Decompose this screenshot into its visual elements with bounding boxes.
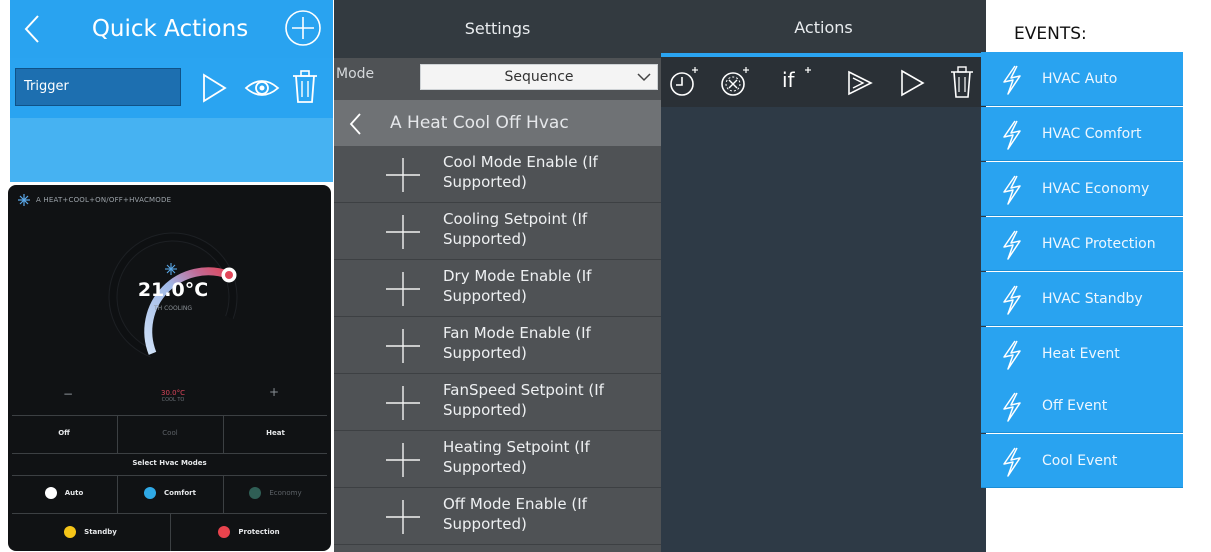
add-icon[interactable] <box>283 8 323 48</box>
settings-item[interactable]: Fan Mode Enable (If Supported) <box>334 317 661 374</box>
add-icon[interactable] <box>386 500 420 534</box>
lightning-icon <box>1001 175 1023 205</box>
event-item[interactable]: HVAC Protection <box>981 217 1183 271</box>
standby-dot <box>64 526 77 538</box>
select-hvac-modes-label: Select Hvac Modes <box>132 459 207 467</box>
actions-toolbar <box>661 57 986 107</box>
thermostat-card: A HEAT+COOL+ON/OFF+HVACMODE 21.0°C TH CO… <box>8 185 331 551</box>
add-icon[interactable] <box>386 443 420 477</box>
add-icon[interactable] <box>386 272 420 306</box>
back-icon[interactable] <box>20 10 46 48</box>
settings-item-label: Dry Mode Enable (If Supported) <box>443 267 592 305</box>
settings-item-label: Off Mode Enable (If Supported) <box>443 495 587 533</box>
preset-standby-button[interactable]: Standby <box>12 526 169 538</box>
events-title: EVENTS: <box>1014 24 1087 44</box>
decrease-button[interactable]: − <box>58 387 78 401</box>
mode-select[interactable]: Sequence <box>420 64 658 90</box>
lightning-icon <box>1001 120 1023 150</box>
event-item[interactable]: Heat Event <box>981 327 1183 381</box>
settings-item[interactable]: Heating Setpoint (If Supported) <box>334 431 661 488</box>
settings-item[interactable]: Cool Mode Enable (If Supported) <box>334 146 661 203</box>
event-item[interactable]: HVAC Standby <box>981 272 1183 326</box>
play-icon[interactable] <box>896 64 928 100</box>
event-item[interactable]: Off Event <box>981 379 1183 433</box>
comfort-dot <box>144 487 157 499</box>
event-item[interactable]: Cool Event <box>981 434 1183 488</box>
settings-item[interactable]: Dry Mode Enable (If Supported) <box>334 260 661 317</box>
actions-header: Actions <box>661 0 986 56</box>
eye-icon[interactable] <box>242 70 282 106</box>
event-label: HVAC Standby <box>1042 291 1143 307</box>
trash-icon[interactable] <box>948 64 976 100</box>
economy-dot <box>249 487 262 499</box>
auto-dot <box>44 487 57 499</box>
current-temperature: 21.0°C <box>137 279 209 301</box>
breadcrumb-back-icon[interactable] <box>348 112 364 136</box>
add-icon[interactable] <box>386 158 420 192</box>
preset-comfort-button[interactable]: Comfort <box>118 487 222 499</box>
mode-off-button[interactable]: Off <box>12 429 116 437</box>
event-label: HVAC Comfort <box>1042 126 1142 142</box>
timer-add-icon[interactable] <box>718 64 754 100</box>
quick-actions-area <box>10 118 333 182</box>
settings-item[interactable]: FanSpeed Setpoint (If Supported) <box>334 374 661 431</box>
lightning-icon <box>1001 65 1023 95</box>
event-item[interactable]: HVAC Comfort <box>981 107 1183 161</box>
add-icon[interactable] <box>386 386 420 420</box>
mode-heat-button[interactable]: Heat <box>224 429 327 437</box>
increase-button[interactable]: + <box>264 385 284 399</box>
add-icon[interactable] <box>386 329 420 363</box>
event-label: Off Event <box>1042 398 1108 414</box>
breadcrumb-label: A Heat Cool Off Hvac <box>390 113 569 133</box>
lightning-icon <box>1001 285 1023 315</box>
settings-item-label: Heating Setpoint (If Supported) <box>443 438 590 476</box>
clock-add-icon[interactable] <box>667 64 703 100</box>
event-label: Cool Event <box>1042 453 1118 469</box>
lightning-icon <box>1001 392 1023 422</box>
mode-row: Off Cool Heat <box>12 415 327 454</box>
lightning-icon <box>1001 340 1023 370</box>
preset-economy-button[interactable]: Economy <box>224 487 327 499</box>
settings-item-label: Cool Mode Enable (If Supported) <box>443 153 598 191</box>
event-label: HVAC Protection <box>1042 236 1156 252</box>
trigger-input[interactable]: Trigger <box>15 68 181 106</box>
settings-item-label: FanSpeed Setpoint (If Supported) <box>443 381 604 419</box>
settings-item[interactable]: Cooling Setpoint (If Supported) <box>334 203 661 260</box>
play-icon[interactable] <box>198 70 230 106</box>
setpoint-value: 30.0°C <box>161 389 185 397</box>
cooling-icon <box>165 263 177 275</box>
event-item[interactable]: HVAC Economy <box>981 162 1183 216</box>
thermostat-title: A HEAT+COOL+ON/OFF+HVACMODE <box>36 196 172 204</box>
event-item[interactable]: HVAC Auto <box>981 52 1183 106</box>
preset-row-1: Auto Comfort Economy <box>12 475 327 514</box>
lightning-icon <box>1001 447 1023 477</box>
mode-label: Mode <box>336 66 375 82</box>
event-label: HVAC Economy <box>1042 181 1150 197</box>
settings-item-label: Cooling Setpoint (If Supported) <box>443 210 588 248</box>
mode-cool-button[interactable]: Cool <box>118 429 222 437</box>
lightning-icon <box>1001 230 1023 260</box>
hvac-mode-select-row: Select Hvac Modes <box>12 453 327 475</box>
page-title: Quick Actions <box>91 16 249 42</box>
preset-row-2: Standby Protection <box>12 513 327 551</box>
event-label: HVAC Auto <box>1042 71 1118 87</box>
preset-protection-button[interactable]: Protection <box>171 526 327 538</box>
trash-icon[interactable] <box>290 68 320 106</box>
chevron-down-icon[interactable] <box>636 70 652 84</box>
settings-header: Settings <box>334 0 661 58</box>
event-label: Heat Event <box>1042 346 1120 362</box>
settings-item-label: Fan Mode Enable (If Supported) <box>443 324 591 362</box>
actions-panel[interactable] <box>661 107 986 552</box>
setpoint-label: COOL TO <box>161 397 185 403</box>
preset-auto-button[interactable]: Auto <box>12 487 116 499</box>
if-add-icon[interactable]: if <box>778 64 818 100</box>
thermostat-status: TH COOLING <box>154 305 192 312</box>
add-icon[interactable] <box>386 215 420 249</box>
settings-item[interactable]: Off Mode Enable (If Supported) <box>334 488 661 545</box>
run-step-icon[interactable] <box>843 64 879 100</box>
protection-dot <box>218 526 231 538</box>
